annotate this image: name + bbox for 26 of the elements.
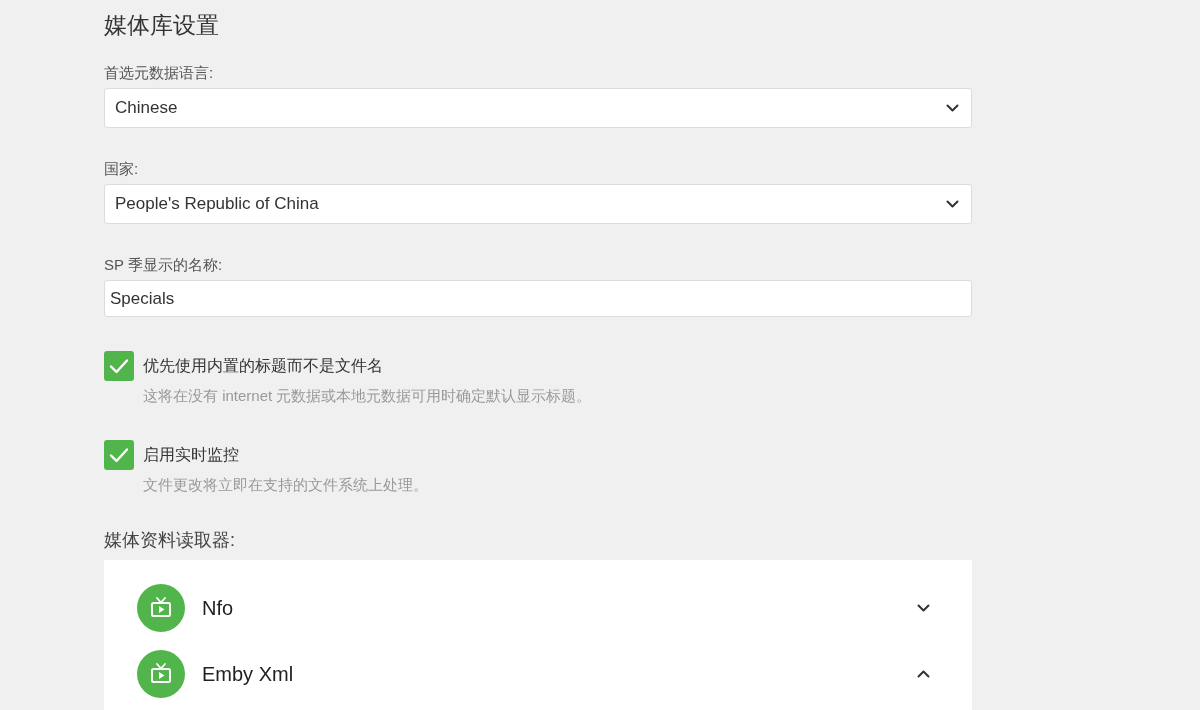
tv-icon [137,584,185,632]
checkbox[interactable] [104,440,134,470]
page-title: 媒体库设置 [104,11,219,40]
chevron-up-icon [916,670,930,678]
expand-toggle-button[interactable] [916,601,930,615]
checkbox-label: 优先使用内置的标题而不是文件名 [143,356,383,376]
checkbox[interactable] [104,351,134,381]
check-icon [109,358,129,374]
section-label: 媒体资料读取器: [104,529,235,552]
chevron-down-icon [946,200,959,208]
input-field[interactable]: Specials [104,280,972,317]
reader-name: Nfo [202,596,234,620]
reader-name: Emby Xml [202,662,294,686]
dropdown-select[interactable]: People's Republic of China [104,184,972,224]
field-label: SP 季显示的名称: [104,255,223,275]
option-description: 这将在没有 internet 元数据或本地元数据可用时确定默认显示标题。 [143,386,592,406]
field-label: 国家: [104,159,139,179]
option-description: 文件更改将立即在支持的文件系统上处理。 [143,475,428,495]
check-icon [109,447,129,463]
chevron-down-icon [946,104,959,112]
dropdown-select[interactable]: Chinese [104,88,972,128]
chevron-down-icon [916,604,930,612]
tv-icon [137,650,185,698]
field-label: 首选元数据语言: [104,63,214,83]
expand-toggle-button[interactable] [916,667,930,681]
checkbox-label: 启用实时监控 [143,445,239,465]
